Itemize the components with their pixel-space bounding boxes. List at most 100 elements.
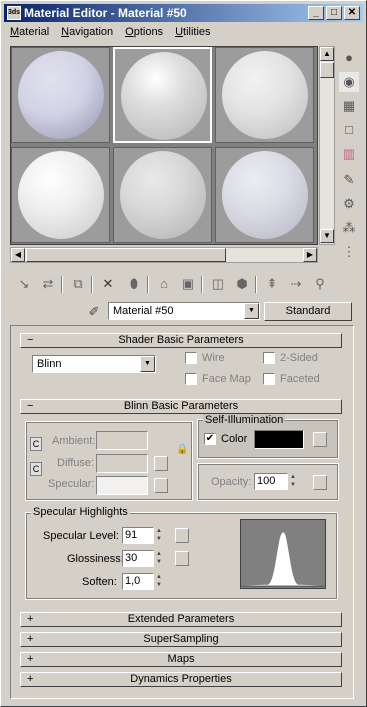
- chevron-down-icon[interactable]: ▼: [140, 356, 155, 372]
- menu-navigation[interactable]: Navigation: [55, 23, 119, 42]
- color-label: Color: [221, 433, 248, 445]
- sample-uv-tiling-icon[interactable]: □: [339, 120, 359, 140]
- sample-slot-4[interactable]: [11, 147, 110, 243]
- reset-map-icon[interactable]: ✕: [97, 273, 119, 295]
- shader-type-dropdown[interactable]: Blinn ▼: [32, 355, 156, 373]
- face-map-checkbox[interactable]: [185, 373, 197, 385]
- rollout-title: SuperSampling: [143, 633, 219, 645]
- spinner-arrows-icon[interactable]: ▲ ▼: [288, 473, 298, 490]
- lock-ambient-diffuse-icon[interactable]: C: [30, 437, 42, 451]
- menu-utilities[interactable]: Utilities: [169, 23, 216, 42]
- material-name: Material #50: [113, 305, 174, 317]
- rollout-extended-parameters[interactable]: + Extended Parameters: [20, 612, 342, 627]
- specular-color-swatch[interactable]: [96, 476, 148, 495]
- video-color-check-icon[interactable]: ▥: [339, 144, 359, 164]
- spinner-arrows-icon[interactable]: ▲ ▼: [154, 527, 164, 544]
- app-icon[interactable]: 3ds: [7, 6, 21, 20]
- scroll-thumb[interactable]: [320, 62, 334, 78]
- faceted-checkbox[interactable]: [263, 373, 275, 385]
- material-name-field[interactable]: Material #50 ▼: [108, 302, 260, 320]
- assign-to-selection-icon[interactable]: ⧉: [67, 273, 89, 295]
- rollout-title: Maps: [167, 653, 195, 665]
- wire-label: Wire: [202, 352, 225, 364]
- pick-material-icon[interactable]: ⚲: [309, 273, 331, 295]
- glossiness-spinner[interactable]: 30: [122, 550, 154, 567]
- make-preview-icon[interactable]: ✎: [339, 170, 359, 190]
- rollout-supersampling[interactable]: + SuperSampling: [20, 632, 342, 647]
- specular-curve: [241, 532, 325, 587]
- spinner-arrows-icon[interactable]: ▲ ▼: [154, 573, 164, 590]
- menu-material[interactable]: Material: [4, 23, 55, 42]
- rollout-dynamics-properties[interactable]: + Dynamics Properties: [20, 672, 342, 687]
- rollout-blinn-basic-parameters[interactable]: − Blinn Basic Parameters: [20, 399, 342, 414]
- sample-slot-2-active[interactable]: [113, 47, 212, 143]
- minimize-button-2[interactable]: _: [308, 6, 324, 20]
- go-to-parent-icon[interactable]: ⇞: [261, 273, 283, 295]
- sample-slot-6[interactable]: [215, 147, 314, 243]
- put-to-scene-icon[interactable]: ⇄: [37, 273, 59, 295]
- opacity-map-button[interactable]: [313, 475, 327, 490]
- make-unique-icon[interactable]: ⬮: [123, 273, 145, 295]
- show-map-in-viewport-icon[interactable]: ◫: [207, 273, 229, 295]
- rollout-shader-basic-parameters[interactable]: − Shader Basic Parameters: [20, 333, 342, 348]
- show-end-result-icon[interactable]: ⬢: [231, 273, 253, 295]
- go-forward-to-sibling-icon[interactable]: ⇢: [285, 273, 307, 295]
- ambient-color-swatch[interactable]: [96, 431, 148, 450]
- slots-horizontal-scrollbar[interactable]: ◀ ▶: [10, 247, 318, 263]
- opacity-label: Opacity:: [211, 476, 252, 488]
- diffuse-map-button[interactable]: [154, 456, 168, 471]
- pick-material-from-object-icon[interactable]: ✐: [83, 301, 105, 323]
- sample-slot-1[interactable]: [11, 47, 110, 143]
- two-sided-checkbox[interactable]: [263, 352, 275, 364]
- wire-checkbox[interactable]: [185, 352, 197, 364]
- self-illum-color-checkbox[interactable]: ✔: [204, 433, 216, 445]
- opacity-spinner[interactable]: 100: [254, 473, 288, 490]
- self-illumination-title: Self-Illumination: [203, 414, 286, 426]
- sample-slot-3[interactable]: [215, 47, 314, 143]
- window-title: Material Editor - Material #50: [24, 6, 187, 20]
- scroll-down-arrow-icon[interactable]: ▼: [320, 229, 334, 243]
- scroll-thumb[interactable]: [26, 248, 226, 262]
- rollout-maps[interactable]: + Maps: [20, 652, 342, 667]
- specular-level-spinner[interactable]: 91: [122, 527, 154, 544]
- specular-highlights-title: Specular Highlights: [31, 506, 130, 518]
- specular-map-button[interactable]: [154, 478, 168, 493]
- lock-diffuse-specular-icon[interactable]: C: [30, 462, 42, 476]
- spinner-arrows-icon[interactable]: ▲ ▼: [154, 550, 164, 567]
- background-checker-icon[interactable]: ▦: [339, 96, 359, 116]
- get-material-icon[interactable]: ↘: [13, 273, 35, 295]
- rollout-title: Shader Basic Parameters: [118, 334, 244, 346]
- diffuse-label: Diffuse:: [57, 457, 95, 469]
- soften-label: Soften:: [82, 576, 117, 588]
- self-illum-map-button[interactable]: [313, 432, 327, 447]
- self-illum-color-swatch[interactable]: [254, 430, 304, 449]
- menu-options[interactable]: Options: [119, 23, 169, 42]
- glossiness-map-button[interactable]: [175, 551, 189, 566]
- maximize-button[interactable]: □: [326, 6, 342, 20]
- scroll-left-arrow-icon[interactable]: ◀: [11, 248, 25, 262]
- lock-icon[interactable]: 🔒: [176, 444, 188, 455]
- sample-sphere: [18, 151, 104, 239]
- material-name-row: Material #50 ▼ Standard: [108, 302, 367, 322]
- scroll-right-arrow-icon[interactable]: ▶: [303, 248, 317, 262]
- material-type-button[interactable]: Standard: [264, 302, 352, 321]
- close-button[interactable]: ✕: [344, 6, 360, 20]
- diffuse-color-swatch[interactable]: [96, 454, 148, 473]
- sample-slot-5[interactable]: [113, 147, 212, 243]
- menu-bar: Material Navigation Options Utilities: [4, 23, 363, 42]
- chevron-down-icon[interactable]: ▼: [244, 303, 259, 319]
- select-by-material-icon[interactable]: ⁂: [339, 218, 359, 238]
- material-effects-channel-icon[interactable]: ▣: [177, 273, 199, 295]
- sample-type-sphere-icon[interactable]: ●: [339, 48, 359, 68]
- glossiness-label: Glossiness:: [67, 553, 124, 565]
- specular-level-map-button[interactable]: [175, 528, 189, 543]
- slots-vertical-scrollbar[interactable]: ▲ ▼: [319, 46, 335, 245]
- expand-icon: +: [27, 653, 34, 665]
- sample-sphere: [121, 52, 207, 140]
- material-map-navigator-icon[interactable]: ⋮: [339, 242, 359, 262]
- scroll-up-arrow-icon[interactable]: ▲: [320, 47, 334, 61]
- put-to-library-icon[interactable]: ⌂: [153, 273, 175, 295]
- backlight-icon[interactable]: ◉: [339, 72, 359, 92]
- options-icon[interactable]: ⚙: [339, 194, 359, 214]
- soften-spinner[interactable]: 1,0: [122, 573, 154, 590]
